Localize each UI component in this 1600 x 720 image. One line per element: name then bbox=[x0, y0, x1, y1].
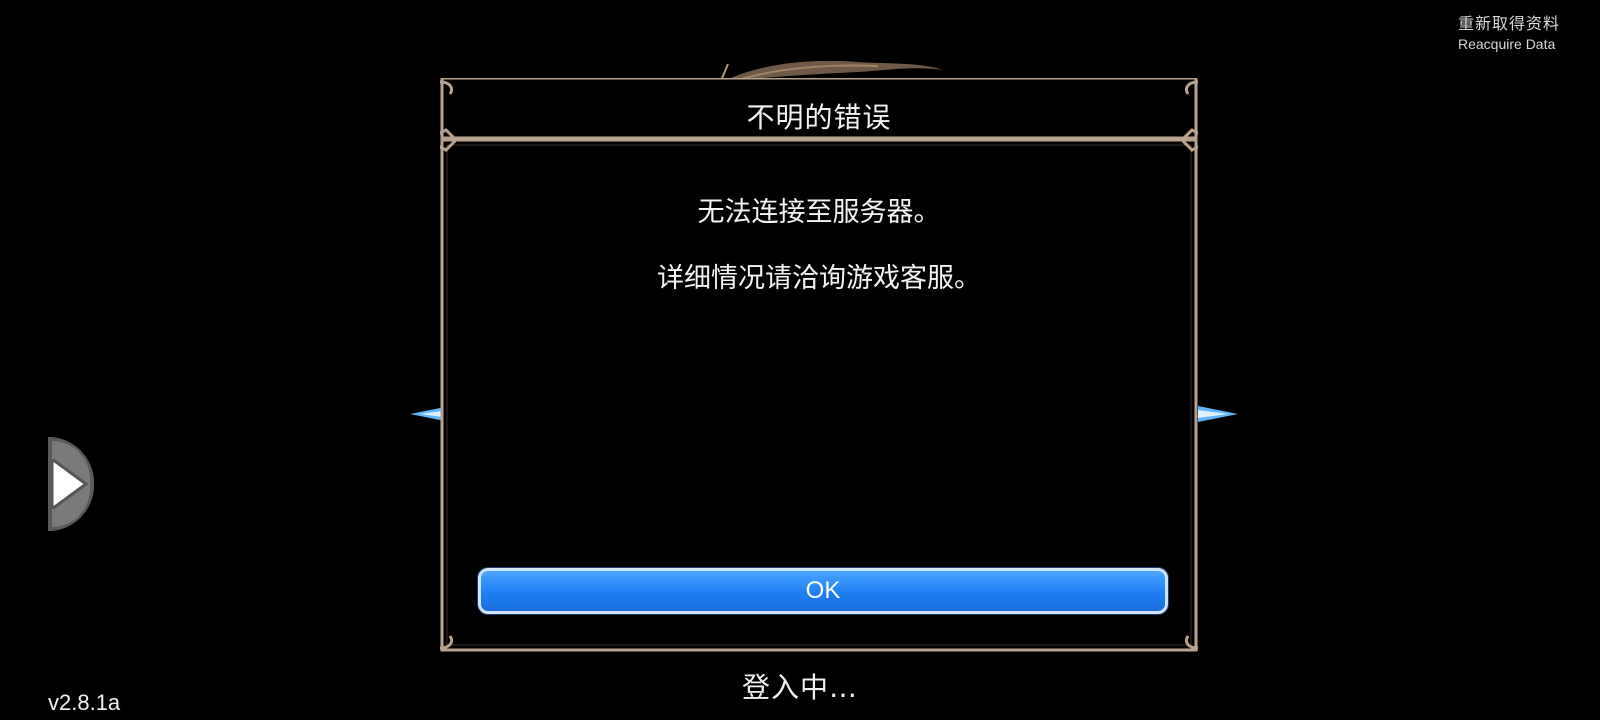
message-line-2: 详细情况请洽询游戏客服。 bbox=[657, 263, 981, 294]
reacquire-label-en: Reacquire Data bbox=[1457, 36, 1556, 52]
reacquire-label-zh: 重新取得资料 bbox=[1457, 14, 1560, 33]
ok-button[interactable]: OK bbox=[478, 568, 1168, 614]
dialog-frame bbox=[440, 78, 1198, 652]
play-icon bbox=[52, 459, 89, 509]
game-screen: 重新取得资料 Reacquire Data 不明的错误 无法连接至服务器。 详细… bbox=[0, 0, 1600, 720]
dialog-title: 不明的错误 bbox=[746, 101, 892, 134]
loading-status-text: 登入中… bbox=[741, 671, 858, 704]
version-label: v2.8.1a bbox=[48, 690, 121, 715]
message-line-1: 无法连接至服务器。 bbox=[697, 197, 941, 228]
reacquire-data-button[interactable]: 重新取得资料 Reacquire Data bbox=[1458, 10, 1560, 52]
side-menu-handle[interactable] bbox=[48, 437, 94, 531]
right-glow-decoration bbox=[1198, 406, 1238, 422]
dialog-message: 无法连接至服务器。 详细情况请洽询游戏客服。 bbox=[440, 188, 1198, 320]
error-dialog: 不明的错误 无法连接至服务器。 详细情况请洽询游戏客服。 OK bbox=[440, 78, 1198, 652]
